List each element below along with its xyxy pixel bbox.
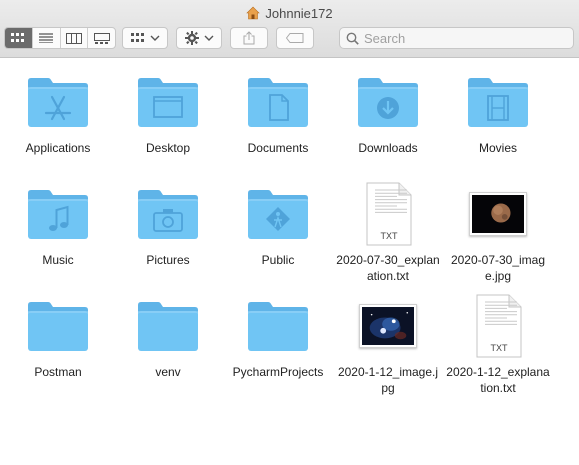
search-icon [346,32,359,45]
folder-venv[interactable]: venv [113,294,223,380]
gear-icon [184,31,199,45]
item-label: Movies [478,141,517,155]
item-label: 2020-07-30_image.jpg [450,253,546,283]
search-input[interactable] [364,30,564,46]
file-2020-07-30-explanation-txt[interactable]: TXT 2020-07-30_explanation.txt [333,182,443,284]
gallery-view-icon [93,32,110,44]
folder-desktop[interactable]: Desktop [113,70,223,156]
item-label: Postman [34,365,82,379]
image-thumbnail [469,192,527,236]
item-label: 2020-1-12_explanation.txt [446,365,550,395]
tag-button[interactable] [276,27,314,49]
icon-view-button[interactable] [5,28,33,48]
txt-badge: TXT [491,343,509,353]
window-title-text: Johnnie172 [265,5,333,21]
list-view-button[interactable] [33,28,61,48]
folder-icon [356,70,420,134]
view-mode-segmented-control [4,27,116,49]
chevron-down-icon [204,35,213,41]
column-view-icon [65,32,82,44]
file-2020-07-30-image-jpg[interactable]: 2020-07-30_image.jpg [443,182,553,284]
folder-icon [246,294,310,358]
folder-icon [136,294,200,358]
window-title: Johnnie172 [0,4,579,22]
folder-downloads[interactable]: Downloads [333,70,443,156]
column-view-button[interactable] [61,28,89,48]
file-2020-1-12-image-jpg[interactable]: 2020-1-12_image.jpg [333,294,443,396]
chevron-down-icon [150,35,159,41]
group-by-button[interactable] [122,27,168,49]
folder-icon [26,182,90,246]
folder-postman[interactable]: Postman [3,294,113,380]
file-2020-1-12-explanation-txt[interactable]: TXT 2020-1-12_explanation.txt [443,294,553,396]
folder-icon [136,182,200,246]
home-icon [246,6,261,20]
item-label: 2020-07-30_explanation.txt [336,253,440,283]
image-file-icon [466,182,530,246]
tag-icon [286,33,304,43]
item-label: Desktop [145,141,191,155]
action-menu-button[interactable] [176,27,222,49]
folder-public[interactable]: Public [223,182,333,268]
folder-icon [26,70,90,134]
item-label: PycharmProjects [232,365,324,379]
list-view-icon [39,33,54,43]
folder-icon [136,70,200,134]
grid-icon [130,33,144,42]
text-file-icon: TXT [356,182,420,246]
item-label: Public [261,253,295,267]
share-icon [243,31,255,45]
item-label: 2020-1-12_image.jpg [337,365,439,395]
item-label: venv [155,365,181,379]
item-label: Music [42,253,74,267]
folder-pycharmprojects[interactable]: PycharmProjects [223,294,333,380]
item-label: Downloads [358,141,418,155]
search-field[interactable] [339,27,574,49]
image-thumbnail [359,304,417,348]
item-label: Pictures [146,253,190,267]
gallery-view-button[interactable] [88,28,115,48]
folder-documents[interactable]: Documents [223,70,333,156]
text-file-icon: TXT [466,294,530,358]
folder-icon [246,70,310,134]
icon-view-icon [11,33,25,42]
share-button[interactable] [230,27,268,49]
folder-applications[interactable]: Applications [3,70,113,156]
item-label: Applications [25,141,91,155]
folder-movies[interactable]: Movies [443,70,553,156]
folder-icon [466,70,530,134]
txt-badge: TXT [381,231,399,241]
folder-music[interactable]: Music [3,182,113,268]
folder-icon [26,294,90,358]
image-file-icon [356,294,420,358]
item-label: Documents [247,141,309,155]
finder-toolbar: Johnnie172 [0,0,579,58]
folder-pictures[interactable]: Pictures [113,182,223,268]
folder-icon [246,182,310,246]
